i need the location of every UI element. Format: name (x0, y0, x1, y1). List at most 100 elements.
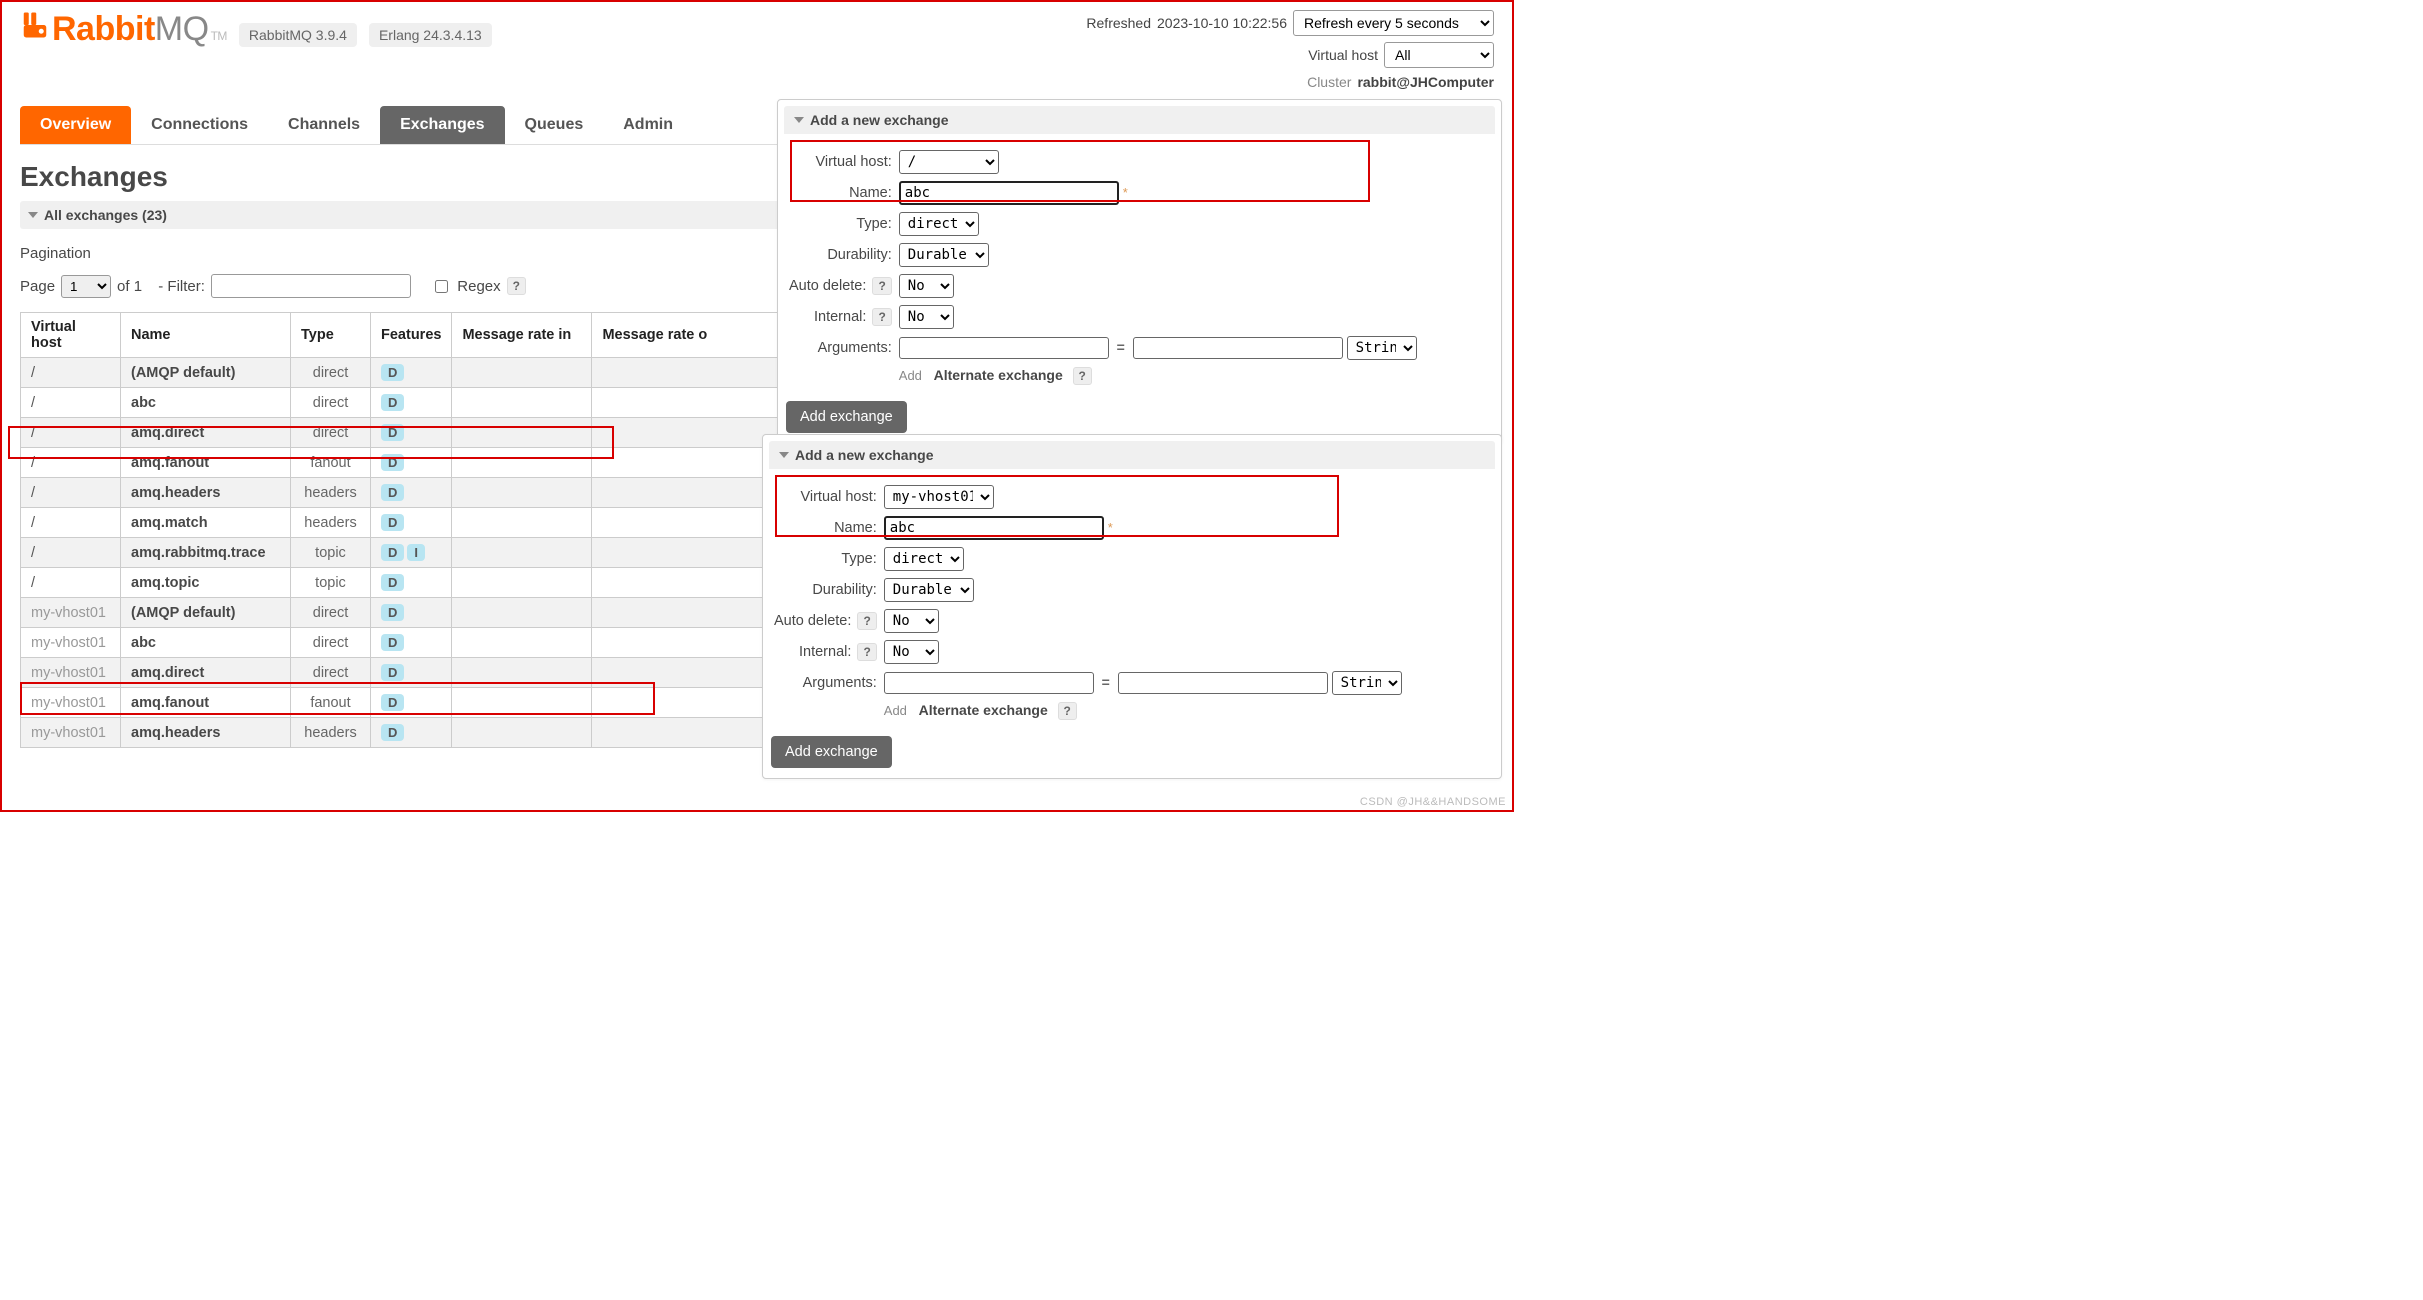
p2-autodelete-select[interactable]: No (884, 609, 939, 633)
p1-autodelete-select[interactable]: No (899, 274, 954, 298)
feature-badge: D (381, 484, 404, 501)
tab-overview[interactable]: Overview (20, 106, 131, 144)
cell-rate-in (452, 658, 592, 688)
cell-type: direct (291, 418, 371, 448)
p1-add-exchange-button[interactable]: Add exchange (786, 401, 907, 433)
page-label: Page (20, 278, 55, 295)
feature-badge: D (381, 634, 404, 651)
regex-checkbox[interactable] (435, 280, 448, 293)
help-icon[interactable]: ? (1073, 367, 1092, 385)
panel1-header[interactable]: Add a new exchange (784, 106, 1495, 134)
p2-arg-key-input[interactable] (884, 672, 1094, 694)
cell-vhost: my-vhost01 (21, 658, 121, 688)
p1-alt-exchange-link[interactable]: Alternate exchange (934, 367, 1063, 383)
p1-vhost-select[interactable]: / (899, 150, 999, 174)
cell-name[interactable]: abc (121, 628, 291, 658)
p1-type-select[interactable]: direct (899, 212, 979, 236)
cell-name[interactable]: amq.fanout (121, 688, 291, 718)
p2-vhost-select[interactable]: my-vhost01 (884, 485, 994, 509)
cell-name[interactable]: amq.match (121, 508, 291, 538)
p2-internal-select[interactable]: No (884, 640, 939, 664)
cell-name[interactable]: (AMQP default) (121, 598, 291, 628)
cell-name[interactable]: amq.topic (121, 568, 291, 598)
cell-name[interactable]: amq.headers (121, 718, 291, 748)
th-vhost[interactable]: Virtual host (21, 313, 121, 358)
tab-admin[interactable]: Admin (603, 106, 693, 144)
cell-vhost: / (21, 358, 121, 388)
p2-name-input[interactable] (884, 516, 1104, 540)
cell-vhost: my-vhost01 (21, 628, 121, 658)
p2-arg-type-select[interactable]: String (1332, 671, 1402, 695)
p1-arg-key-input[interactable] (899, 337, 1109, 359)
cell-features: D (371, 658, 452, 688)
th-rate-in[interactable]: Message rate in (452, 313, 592, 358)
panel2-header[interactable]: Add a new exchange (769, 441, 1495, 469)
refreshed-time: 2023-10-10 10:22:56 (1157, 15, 1287, 31)
p2-durability-select[interactable]: Durable (884, 578, 974, 602)
cell-rate-in (452, 568, 592, 598)
cell-vhost: my-vhost01 (21, 718, 121, 748)
p2-alt-exchange-link[interactable]: Alternate exchange (919, 702, 1048, 718)
cell-type: headers (291, 718, 371, 748)
p2-type-select[interactable]: direct (884, 547, 964, 571)
tab-channels[interactable]: Channels (268, 106, 380, 144)
cell-features: D (371, 478, 452, 508)
p1-internal-select[interactable]: No (899, 305, 954, 329)
vhost-label: Virtual host (1308, 47, 1378, 63)
cell-features: D (371, 358, 452, 388)
p1-lbl-dur: Durability: (788, 242, 896, 268)
p1-lbl-internal: Internal: (814, 309, 866, 325)
add-exchange-panel-2: Add a new exchange Virtual host: my-vhos… (762, 434, 1502, 779)
regex-help-icon[interactable]: ? (507, 277, 526, 295)
tab-connections[interactable]: Connections (131, 106, 268, 144)
cell-name[interactable]: amq.direct (121, 418, 291, 448)
p2-lbl-dur: Durability: (773, 577, 881, 603)
regex-label: Regex (457, 278, 500, 295)
page-select[interactable]: 1 (61, 275, 111, 298)
tab-exchanges[interactable]: Exchanges (380, 106, 504, 144)
cell-name[interactable]: amq.rabbitmq.trace (121, 538, 291, 568)
refreshed-label: Refreshed (1086, 15, 1151, 31)
help-icon[interactable]: ? (1058, 702, 1077, 720)
th-name[interactable]: Name (121, 313, 291, 358)
help-icon[interactable]: ? (857, 612, 876, 630)
th-type[interactable]: Type (291, 313, 371, 358)
panel2-title: Add a new exchange (795, 447, 933, 463)
p1-name-input[interactable] (899, 181, 1119, 205)
feature-badge: D (381, 424, 404, 441)
p1-arg-type-select[interactable]: String (1347, 336, 1417, 360)
help-icon[interactable]: ? (872, 277, 891, 295)
p2-lbl-autodel: Auto delete: (774, 613, 851, 629)
help-icon[interactable]: ? (872, 308, 891, 326)
p2-add-exchange-button[interactable]: Add exchange (771, 736, 892, 768)
tab-queues[interactable]: Queues (505, 106, 604, 144)
help-icon[interactable]: ? (857, 643, 876, 661)
vhost-select[interactable]: All (1384, 42, 1494, 68)
th-features[interactable]: Features (371, 313, 452, 358)
filter-input[interactable] (211, 274, 411, 298)
cell-features: D (371, 418, 452, 448)
p2-arg-val-input[interactable] (1118, 672, 1328, 694)
caret-down-icon (779, 452, 789, 458)
cell-name[interactable]: amq.headers (121, 478, 291, 508)
cell-type: direct (291, 598, 371, 628)
feature-badge: D (381, 724, 404, 741)
cell-type: direct (291, 358, 371, 388)
p1-arg-val-input[interactable] (1133, 337, 1343, 359)
p1-durability-select[interactable]: Durable (899, 243, 989, 267)
cell-rate-in (452, 538, 592, 568)
version-rabbitmq: RabbitMQ 3.9.4 (239, 23, 357, 47)
refresh-interval-select[interactable]: Refresh every 5 seconds (1293, 10, 1494, 36)
p1-lbl-args: Arguments: (788, 335, 896, 361)
cluster-label: Cluster (1307, 74, 1351, 90)
cell-name[interactable]: amq.fanout (121, 448, 291, 478)
cell-name[interactable]: amq.direct (121, 658, 291, 688)
cell-rate-in (452, 508, 592, 538)
logo: RabbitMQTM (20, 10, 227, 49)
cell-rate-in (452, 388, 592, 418)
cell-rate-in (452, 718, 592, 748)
cell-name[interactable]: (AMQP default) (121, 358, 291, 388)
feature-badge: D (381, 664, 404, 681)
cell-name[interactable]: abc (121, 388, 291, 418)
equals-sign: = (1102, 674, 1110, 690)
